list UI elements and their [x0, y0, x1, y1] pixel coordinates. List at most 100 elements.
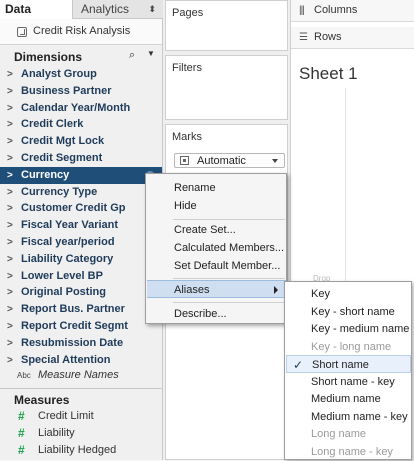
dimension-label: Currency [21, 168, 70, 181]
dimension-item[interactable]: > Report Bus. Partner [0, 301, 162, 318]
dimension-item[interactable]: > Credit Mgt Lock [0, 133, 162, 150]
dimension-item[interactable]: > Business Partner [0, 83, 162, 100]
measures-title: Measures [14, 393, 70, 407]
mark-type-value: Automatic [197, 155, 246, 167]
sheet-title[interactable]: Sheet 1 [299, 64, 358, 84]
dimension-item[interactable]: > Lower Level BP [0, 268, 162, 285]
alias-option-label: Key [311, 288, 330, 300]
measure-hash-icon: # [18, 409, 25, 423]
alias-option-label: Key - medium name [311, 323, 410, 335]
dimensions-header: Dimensions ⌕ ▼ [0, 48, 162, 64]
chevron-right-icon[interactable]: > [7, 66, 13, 83]
dimension-item[interactable]: > Credit Clerk [0, 116, 162, 133]
chevron-right-icon[interactable]: > [7, 167, 13, 184]
chevron-right-icon[interactable]: > [7, 301, 13, 318]
dimension-item[interactable]: > Report Credit Segmt [0, 318, 162, 335]
field-context-menu: Rename Hide Create Set... Calculated Mem… [145, 173, 287, 324]
alias-option[interactable]: Key - medium name [286, 320, 411, 338]
check-icon: ✓ [293, 358, 304, 372]
alias-option[interactable]: Key [286, 285, 411, 303]
measure-label: Liability Hedged [38, 444, 117, 456]
alias-option[interactable]: ✓ Short name [286, 355, 411, 373]
measure-item[interactable]: # Credit Limit [0, 408, 162, 424]
dimension-item[interactable]: > Customer Credit Gp [0, 200, 162, 217]
menu-item-hide[interactable]: Hide [147, 197, 286, 215]
chevron-right-icon[interactable]: > [7, 83, 13, 100]
rows-label: Rows [314, 31, 342, 43]
measure-names-label: Measure Names [38, 369, 119, 381]
dimension-label: Credit Clerk [21, 118, 84, 131]
filters-card[interactable]: Filters [165, 55, 288, 120]
alias-option[interactable]: Key - short name [286, 303, 411, 321]
chevron-right-icon[interactable]: > [7, 318, 13, 335]
alias-option-label: Short name - key [311, 375, 395, 388]
dimension-label: Currency Type [21, 185, 98, 198]
tab-analytics[interactable]: Analytics ⬍ [73, 0, 163, 19]
dimension-label: Original Posting [21, 286, 106, 299]
alias-option[interactable]: Medium name - key [286, 408, 411, 426]
dimension-item[interactable]: > Credit Segment [0, 150, 162, 167]
menu-item-calculated-members[interactable]: Calculated Members... [147, 239, 286, 257]
dimension-item[interactable]: > Resubmission Date [0, 335, 162, 352]
rows-shelf[interactable]: ☰ Rows [291, 27, 414, 49]
dimension-label: Customer Credit Gp [21, 202, 126, 215]
chevron-right-icon[interactable]: > [7, 150, 13, 167]
search-icon[interactable]: ⌕ [129, 49, 135, 62]
measure-names-row[interactable]: Abc Measure Names [0, 367, 162, 384]
dimensions-menu-icon[interactable]: ▼ [147, 49, 155, 58]
dimension-item[interactable]: > Fiscal year/period [0, 234, 162, 251]
pages-card[interactable]: Pages [165, 0, 288, 51]
menu-separator [173, 278, 285, 279]
mark-type-dropdown[interactable]: Automatic [174, 153, 285, 168]
dimension-item[interactable]: > Analyst Group [0, 66, 162, 83]
dimension-label: Report Bus. Partner [21, 303, 125, 316]
dimension-label: Resubmission Date [21, 336, 124, 349]
alias-option-label: Key - short name [311, 305, 395, 318]
datasource-icon [17, 27, 27, 37]
alias-option: Long name - key [286, 443, 411, 461]
dimension-item[interactable]: > Currency Type [0, 184, 162, 201]
dimension-item[interactable]: > Original Posting [0, 284, 162, 301]
columns-icon: ||| [299, 5, 305, 16]
measure-item[interactable]: # Liability [0, 425, 162, 441]
dimension-item[interactable]: > Calendar Year/Month [0, 100, 162, 117]
chevron-right-icon[interactable]: > [7, 200, 13, 217]
chevron-right-icon[interactable]: > [7, 184, 13, 201]
alias-option-label: Key - long name [311, 340, 392, 353]
dimension-label: Credit Segment [21, 152, 103, 164]
menu-item-rename[interactable]: Rename [147, 179, 286, 197]
measure-item[interactable]: # Liability Hedged [0, 442, 162, 458]
chevron-right-icon[interactable]: > [7, 234, 13, 251]
alias-option[interactable]: Short name - key [286, 373, 411, 391]
tab-data[interactable]: Data [0, 0, 73, 19]
rows-icon: ☰ [299, 32, 308, 43]
datasource-name: Credit Risk Analysis [33, 25, 131, 37]
datasource-row[interactable]: Credit Risk Analysis [0, 19, 162, 45]
chevron-right-icon[interactable]: > [7, 284, 13, 301]
marks-title: Marks [172, 131, 202, 143]
chevron-right-icon[interactable]: > [7, 217, 13, 234]
columns-shelf[interactable]: ||| Columns [291, 0, 414, 22]
alias-option-label: Medium name - key [311, 410, 408, 423]
dimension-label: Calendar Year/Month [21, 101, 131, 114]
dimension-item[interactable]: > Currency [0, 166, 162, 184]
menu-item-describe[interactable]: Describe... [147, 305, 286, 323]
alias-option-label: Long name - key [311, 445, 393, 458]
filters-title: Filters [172, 62, 202, 74]
chevron-right-icon[interactable]: > [7, 116, 13, 133]
dimension-item[interactable]: > Liability Category [0, 251, 162, 268]
chevron-right-icon[interactable]: > [7, 335, 13, 352]
chevron-right-icon[interactable]: > [7, 268, 13, 285]
tab-collapse-icon[interactable]: ⬍ [148, 0, 156, 19]
chevron-right-icon[interactable]: > [7, 133, 13, 150]
dimension-label: Fiscal Year Variant [21, 219, 119, 232]
menu-item-create-set[interactable]: Create Set... [147, 221, 286, 239]
dimension-item[interactable]: > Fiscal Year Variant [0, 217, 162, 234]
chevron-right-icon[interactable]: > [7, 251, 13, 268]
chevron-right-icon[interactable]: > [7, 100, 13, 117]
alias-option: Key - long name [286, 338, 411, 356]
alias-option[interactable]: Medium name [286, 390, 411, 408]
menu-item-aliases[interactable]: Aliases [147, 280, 286, 298]
data-pane: Data Analytics ⬍ Credit Risk Analysis Di… [0, 0, 163, 460]
menu-item-set-default-member[interactable]: Set Default Member... [147, 257, 286, 275]
